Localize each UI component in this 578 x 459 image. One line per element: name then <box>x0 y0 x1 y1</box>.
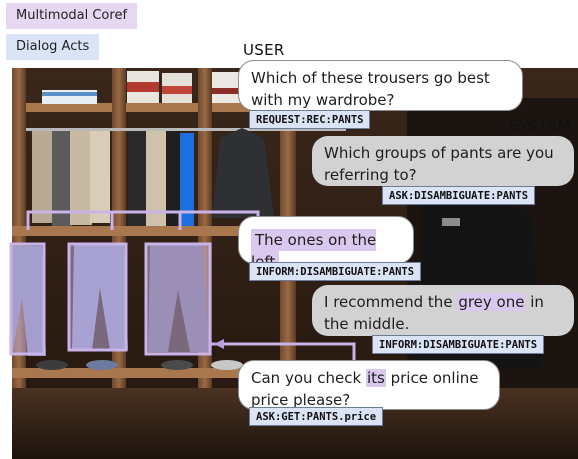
dialog-act-tag-2: ASK:DISAMBIGUATE:PANTS <box>382 186 536 205</box>
user-utterance-5-text-before: Can you check <box>251 369 366 387</box>
legend-dialog-acts: Dialog Acts <box>6 34 100 60</box>
legend-multimodal-coref: Multimodal Coref <box>6 3 138 29</box>
system-utterance-4-text-before: I recommend the <box>324 293 458 311</box>
coref-mention-grey-one: grey one <box>457 293 526 311</box>
speaker-label-system: SYSTEM <box>509 117 571 135</box>
system-utterance-2: Which groups of pants are you referring … <box>312 136 574 186</box>
user-utterance-1: Which of these trousers go best with my … <box>238 60 523 111</box>
dialog-act-tag-5: ASK:GET:PANTS.price <box>249 407 384 426</box>
speaker-label-user: USER <box>243 41 285 59</box>
user-utterance-5: Can you check its price online price ple… <box>238 360 500 410</box>
dialog-act-tag-4: INFORM:DISAMBIGUATE:PANTS <box>372 335 545 354</box>
system-utterance-2-text: Which groups of pants are you referring … <box>324 144 554 184</box>
user-utterance-1-text: Which of these trousers go best with my … <box>251 69 490 109</box>
coref-mention-its: its <box>365 369 386 387</box>
dialog-act-tag-3: INFORM:DISAMBIGUATE:PANTS <box>249 262 422 281</box>
system-utterance-4: I recommend the grey one in the middle. <box>312 285 574 336</box>
user-utterance-3: The ones on the left <box>238 216 414 273</box>
dialog-act-tag-1: REQUEST:REC:PANTS <box>249 110 371 129</box>
